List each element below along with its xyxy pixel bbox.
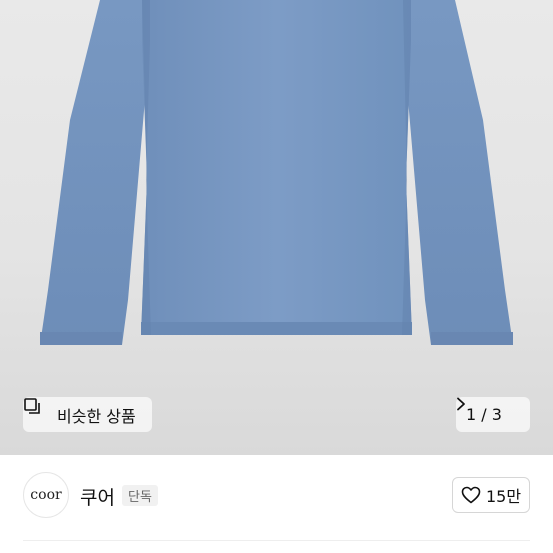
image-counter: 1 / 3: [466, 405, 502, 424]
similar-products-icon: [24, 398, 51, 424]
divider: [23, 540, 530, 541]
heart-outline-icon: [461, 486, 481, 504]
brand-logo[interactable]: coor: [23, 472, 69, 518]
similar-products-button[interactable]: 비슷한 상품: [23, 397, 152, 432]
brand-name[interactable]: 쿠어: [80, 483, 115, 510]
product-image[interactable]: [0, 0, 553, 455]
chevron-right-icon: [457, 397, 520, 422]
similar-products-label: 비슷한 상품: [57, 406, 136, 426]
brand-row: coor 쿠어 단독 15만: [0, 455, 553, 553]
exclusive-badge: 단독: [122, 485, 158, 506]
image-counter-button[interactable]: 1 / 3: [456, 397, 530, 432]
like-button[interactable]: 15만: [452, 477, 530, 513]
like-count: 15만: [485, 487, 522, 506]
product-image-gallery[interactable]: 비슷한 상품 1 / 3: [0, 0, 553, 455]
brand-logo-text: coor: [30, 487, 62, 503]
